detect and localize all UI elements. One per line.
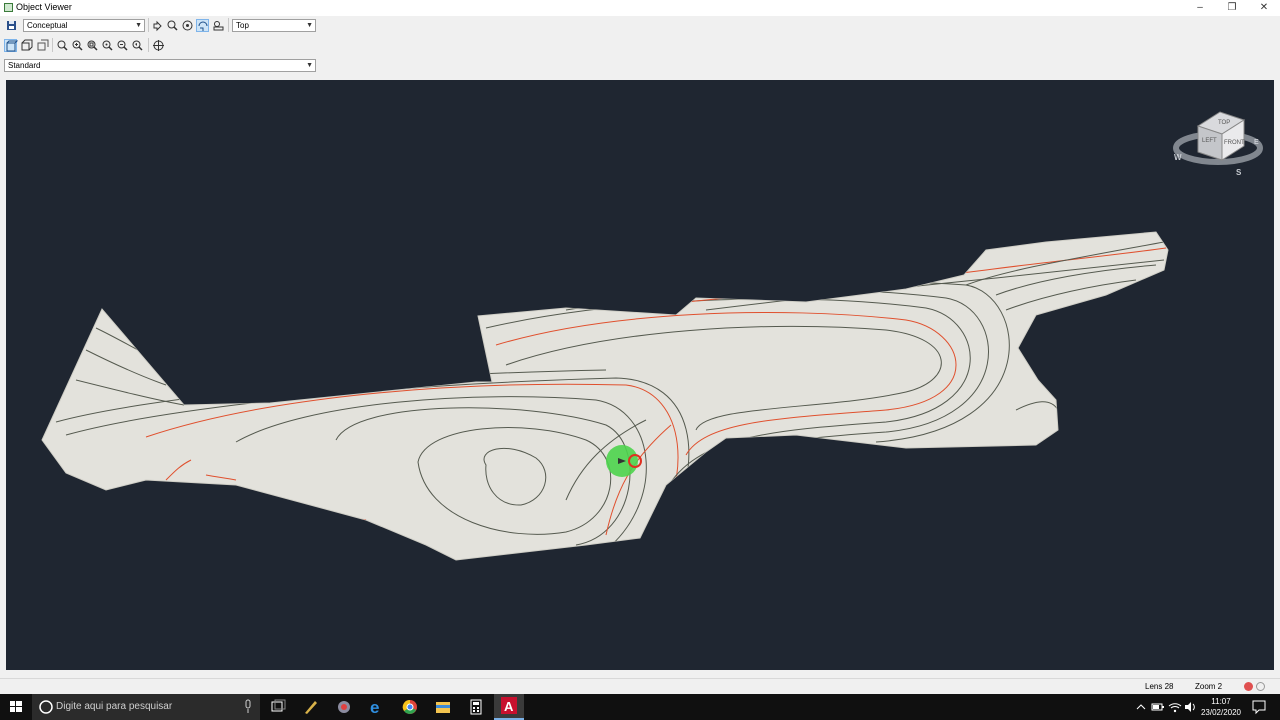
- surface-fill: [41, 231, 1169, 561]
- window-title: Object Viewer: [16, 2, 72, 12]
- style-value: Standard: [8, 61, 41, 70]
- visual-style-select[interactable]: Conceptual ▼: [23, 19, 145, 32]
- battery-icon[interactable]: [1150, 697, 1166, 717]
- chevron-up-icon[interactable]: [1134, 697, 1148, 717]
- app-feather-icon[interactable]: [299, 697, 323, 717]
- toolbar-area: Conceptual ▼ Top ▼ Standard ▼: [0, 16, 1280, 78]
- zoom-realtime-icon[interactable]: [56, 39, 69, 52]
- clock[interactable]: 11:07 23/02/2020: [1200, 696, 1242, 718]
- compass-west[interactable]: W: [1174, 153, 1182, 162]
- restore-button[interactable]: ❐: [1216, 0, 1248, 16]
- zoom-previous-icon[interactable]: [131, 39, 144, 52]
- taskbar: Digite aqui para pesquisar e A 11:07 23/…: [0, 694, 1280, 720]
- zoom-extents-icon[interactable]: [101, 39, 114, 52]
- view-select[interactable]: Top ▼: [232, 19, 316, 32]
- taskbar-search[interactable]: Digite aqui para pesquisar: [32, 694, 260, 720]
- record-icon[interactable]: [1244, 682, 1253, 691]
- compass-south[interactable]: S: [1236, 168, 1242, 177]
- compass-east[interactable]: E: [1254, 139, 1259, 146]
- autocad-app-icon[interactable]: A: [494, 694, 524, 720]
- chevron-down-icon: ▼: [135, 22, 142, 29]
- zoom-out-icon[interactable]: [116, 39, 129, 52]
- pan-icon[interactable]: [151, 19, 164, 32]
- zoom-icon[interactable]: [166, 19, 179, 32]
- task-view-icon[interactable]: [266, 697, 290, 717]
- view-perspective-icon[interactable]: [20, 39, 33, 52]
- cortana-icon: [39, 700, 53, 714]
- view-value: Top: [236, 21, 249, 30]
- viewcube-front-label: FRONT: [1224, 140, 1245, 146]
- windows-start-icon[interactable]: [4, 697, 28, 717]
- zoom-in-icon[interactable]: [71, 39, 84, 52]
- toolbar-separator: [228, 18, 229, 32]
- continuous-orbit-icon[interactable]: [212, 19, 225, 32]
- terrain-surface[interactable]: TOP LEFT FRONT W S E: [6, 80, 1274, 670]
- chevron-down-icon: ▼: [306, 22, 313, 29]
- search-placeholder: Digite aqui para pesquisar: [56, 701, 173, 712]
- status-bar: Lens 28 Zoom 2: [0, 678, 1280, 694]
- calculator-icon[interactable]: [464, 697, 488, 717]
- minimize-button[interactable]: –: [1184, 0, 1216, 16]
- save-icon[interactable]: [5, 19, 18, 32]
- toolbar-separator: [148, 18, 149, 32]
- view-wire-icon[interactable]: [36, 39, 49, 52]
- volume-icon[interactable]: [1183, 697, 1199, 717]
- steering-wheel-icon[interactable]: [152, 39, 165, 52]
- free-orbit-icon[interactable]: [196, 19, 209, 32]
- notifications-icon[interactable]: [1250, 697, 1268, 717]
- wifi-icon[interactable]: [1167, 697, 1183, 717]
- microphone-icon[interactable]: [242, 699, 254, 715]
- app-shield-icon[interactable]: [332, 697, 356, 717]
- close-button[interactable]: ✕: [1248, 0, 1280, 16]
- file-explorer-icon[interactable]: [431, 697, 455, 717]
- lens-readout: Lens 28: [1145, 682, 1174, 691]
- view-parallel-icon[interactable]: [4, 39, 18, 52]
- viewcube-top-label: TOP: [1218, 120, 1230, 126]
- toolbar-separator: [148, 38, 149, 52]
- toolbar-separator: [52, 38, 53, 52]
- chrome-browser-icon[interactable]: [398, 697, 422, 717]
- title-bar: Object Viewer – ❐ ✕: [0, 0, 1280, 16]
- status-toggle-icon[interactable]: [1256, 682, 1265, 691]
- viewport-3d[interactable]: TOP LEFT FRONT W S E: [6, 80, 1274, 670]
- viewcube[interactable]: TOP LEFT FRONT W S E: [1173, 111, 1263, 177]
- visual-style-value: Conceptual: [27, 21, 68, 30]
- clock-time: 11:07: [1211, 697, 1231, 706]
- orbit-icon[interactable]: [181, 19, 194, 32]
- clock-date: 23/02/2020: [1200, 708, 1242, 717]
- viewcube-left-label: LEFT: [1202, 138, 1217, 144]
- svg-text:A: A: [504, 699, 514, 714]
- chevron-down-icon: ▼: [306, 62, 313, 69]
- style-select[interactable]: Standard ▼: [4, 59, 316, 72]
- svg-text:e: e: [370, 698, 379, 717]
- app-icon: [4, 3, 13, 12]
- zoom-window-icon[interactable]: [86, 39, 99, 52]
- edge-browser-icon[interactable]: e: [365, 697, 389, 717]
- zoom-readout: Zoom 2: [1195, 682, 1223, 691]
